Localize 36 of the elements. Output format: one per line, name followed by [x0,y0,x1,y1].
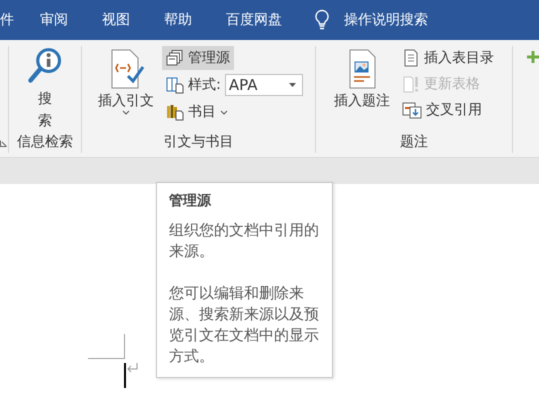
caret-icon [122,110,130,115]
lightbulb-icon [314,9,330,31]
style-label: 样式: [188,76,221,94]
ribbon-tab[interactable]: 帮助 [164,11,192,29]
ribbon-button[interactable]: 搜索 [22,46,68,132]
ribbon-button[interactable]: 插入引文 [94,46,158,115]
tooltip-text: 您可以编辑和删除来源、搜索新来源以及预览引文在文档中的显示方式。 [169,283,320,367]
tooltip-text: 组织您的文档中引用的来源。 [169,220,320,262]
ribbon-button[interactable]: 插入题注 [330,46,394,110]
text-cursor [124,363,126,388]
plus-icon [527,51,539,63]
page-corner-mark [88,334,125,359]
document-exclamation-icon [402,75,420,93]
dialog-launcher-icon[interactable] [0,140,7,147]
ribbon-button[interactable]: 插入表目录 [398,46,498,70]
ribbon-tab[interactable]: 件 [0,11,14,29]
ribbon-button[interactable]: 书目 [162,100,232,124]
document-list-icon [402,49,420,67]
book-page-icon [166,76,184,94]
group-label: 信息检索 [17,133,73,152]
group-label: 引文与书目 [164,133,234,152]
group-label: 题注 [400,133,428,152]
stacked-pages-icon [166,49,184,67]
cross-reference-icon [402,101,422,119]
ribbon-tab[interactable]: 视图 [102,11,130,29]
style-dropdown[interactable]: APA [224,74,303,96]
caret-icon [220,110,228,114]
tooltip-title: 管理源 [169,192,212,211]
ribbon-button[interactable]: 管理源 [162,46,234,70]
books-icon [166,103,184,121]
paragraph-mark-icon [126,363,138,373]
ribbon-button[interactable]: 交叉引用 [398,98,486,122]
dropdown-arrow-icon [288,83,296,87]
ribbon-tab[interactable]: 审阅 [40,11,68,29]
ribbon-tab[interactable]: 百度网盘 [226,11,282,29]
tell-me-search-field[interactable]: 操作说明搜索 [344,11,428,29]
